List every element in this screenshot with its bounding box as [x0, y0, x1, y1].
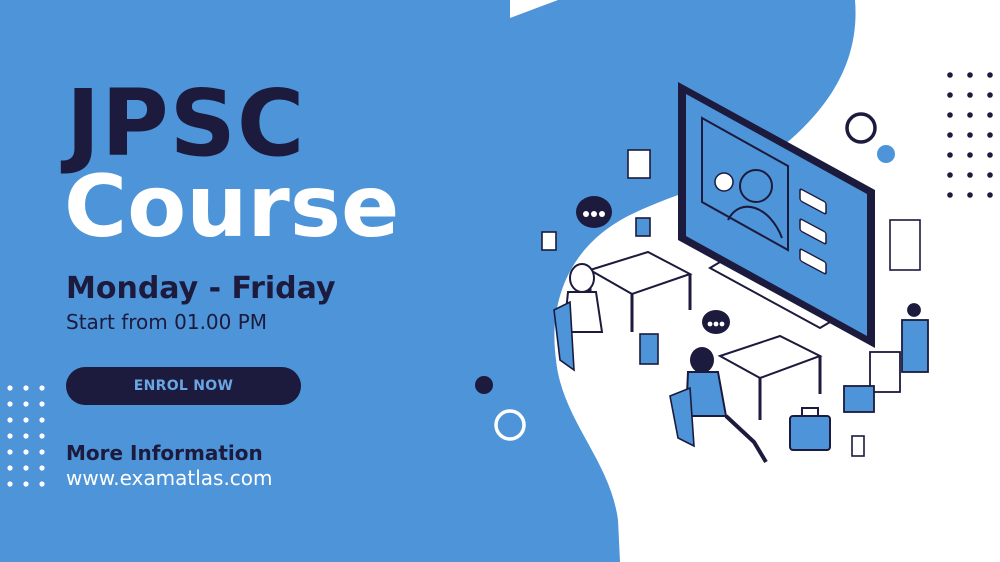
schedule-days: Monday - Friday: [66, 271, 336, 306]
more-info-heading: More Information: [66, 441, 263, 465]
website-link[interactable]: www.examatlas.com: [66, 466, 273, 490]
desk-icon: [587, 250, 693, 365]
enrol-now-button[interactable]: ENROL NOW: [66, 367, 301, 405]
course-title-line2: Course: [64, 157, 400, 257]
dot-grid-right: [947, 72, 993, 198]
dot-decoration-navy: [475, 376, 493, 394]
student-icon: [553, 263, 604, 372]
start-time: Start from 01.00 PM: [66, 310, 268, 334]
monitor-icon: [678, 82, 875, 348]
cup-icon: [635, 217, 651, 237]
briefcase-icon: [789, 407, 831, 451]
classroom-illustration: [541, 82, 929, 464]
